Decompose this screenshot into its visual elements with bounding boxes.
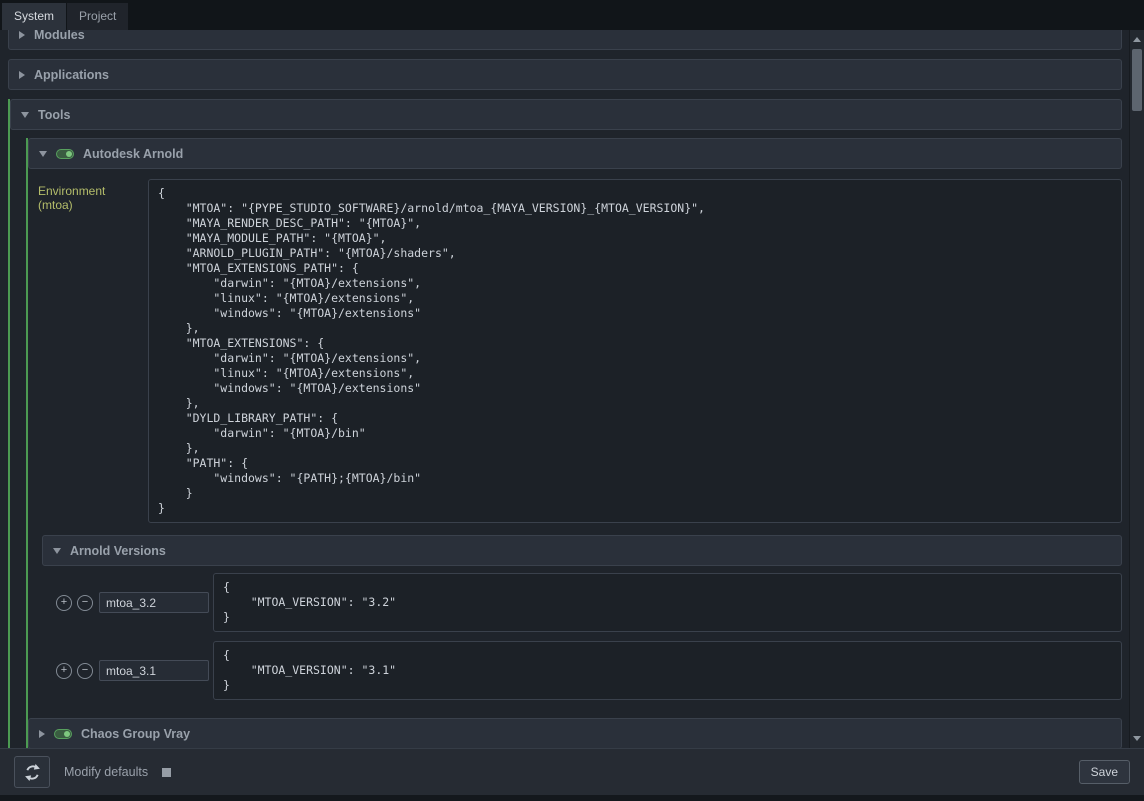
subsection-vray: Chaos Group Vray [26, 718, 1122, 748]
chevron-right-icon [19, 71, 25, 79]
save-button[interactable]: Save [1079, 760, 1130, 784]
arnold-enabled-toggle[interactable] [56, 149, 74, 159]
arnold-versions-title: Arnold Versions [70, 544, 166, 558]
version-row-buttons: + − [56, 595, 93, 611]
subsection-header-arnold[interactable]: Autodesk Arnold [28, 138, 1122, 169]
toggle-knob [66, 151, 72, 157]
remove-version-button[interactable]: − [77, 663, 93, 679]
tab-bar: System Project [0, 0, 1144, 30]
section-header-modules[interactable]: Modules [8, 30, 1122, 50]
arnold-body: Environment (mtoa) { "MTOA": "{PYPE_STUD… [28, 169, 1122, 718]
tab-project[interactable]: Project [67, 3, 128, 30]
subsection-title-vray: Chaos Group Vray [81, 727, 190, 741]
environment-json-editor[interactable]: { "MTOA": "{PYPE_STUDIO_SOFTWARE}/arnold… [148, 179, 1122, 523]
window-bottom-edge [0, 795, 1144, 801]
tab-system[interactable]: System [2, 3, 66, 30]
subsection-title-arnold: Autodesk Arnold [83, 147, 183, 161]
toggle-knob [64, 731, 70, 737]
footer-bar: Modify defaults Save [0, 748, 1144, 795]
section-title-tools: Tools [38, 108, 70, 122]
version-row: + − { "MTOA_VERSION": "3.1" } [56, 641, 1122, 700]
section-title-applications: Applications [34, 68, 109, 82]
scrollbar-thumb[interactable] [1132, 49, 1142, 111]
vray-enabled-toggle[interactable] [54, 729, 72, 739]
version-row: + − { "MTOA_VERSION": "3.2" } [56, 573, 1122, 632]
chevron-right-icon [19, 31, 25, 39]
subsection-header-vray[interactable]: Chaos Group Vray [28, 718, 1122, 748]
section-header-applications[interactable]: Applications [8, 59, 1122, 90]
chevron-down-icon [21, 112, 29, 118]
add-version-button[interactable]: + [56, 595, 72, 611]
tools-section-body: Autodesk Arnold Environment (mtoa) { "MT… [10, 130, 1122, 748]
remove-version-button[interactable]: − [77, 595, 93, 611]
refresh-icon [23, 763, 42, 782]
scroll-up-button[interactable] [1130, 33, 1144, 45]
section-title-modules: Modules [34, 30, 85, 42]
subsection-arnold: Autodesk Arnold Environment (mtoa) { "MT… [26, 138, 1122, 718]
arnold-versions-block: Arnold Versions + − { "MTOA_V [42, 535, 1122, 700]
version-name-input[interactable] [99, 592, 209, 613]
add-version-button[interactable]: + [56, 663, 72, 679]
section-header-tools[interactable]: Tools [10, 99, 1122, 130]
version-row-buttons: + − [56, 663, 93, 679]
section-tools: Tools Autodesk Arnold [8, 99, 1122, 748]
arnold-versions-header[interactable]: Arnold Versions [42, 535, 1122, 566]
version-json-editor[interactable]: { "MTOA_VERSION": "3.1" } [213, 641, 1122, 700]
section-modules: Modules [8, 30, 1122, 50]
settings-body: Modules Applications Tools [0, 30, 1144, 748]
version-json-editor[interactable]: { "MTOA_VERSION": "3.2" } [213, 573, 1122, 632]
modify-defaults-checkbox[interactable] [162, 768, 171, 777]
chevron-right-icon [39, 730, 45, 738]
version-name-input[interactable] [99, 660, 209, 681]
vertical-scrollbar[interactable] [1129, 30, 1144, 748]
scrollbar-track[interactable] [1130, 45, 1144, 733]
environment-field-label: Environment (mtoa) [28, 179, 148, 212]
arrow-down-icon [1133, 736, 1141, 745]
modify-defaults-label: Modify defaults [64, 765, 148, 779]
environment-field-row: Environment (mtoa) { "MTOA": "{PYPE_STUD… [28, 179, 1122, 523]
chevron-down-icon [39, 151, 47, 157]
chevron-down-icon [53, 548, 61, 554]
section-applications: Applications [8, 59, 1122, 90]
arrow-up-icon [1133, 33, 1141, 42]
settings-window: System Project Modules Applications [0, 0, 1144, 801]
settings-scroll-area: Modules Applications Tools [0, 30, 1129, 748]
refresh-button[interactable] [14, 756, 50, 788]
scroll-down-button[interactable] [1130, 733, 1144, 745]
